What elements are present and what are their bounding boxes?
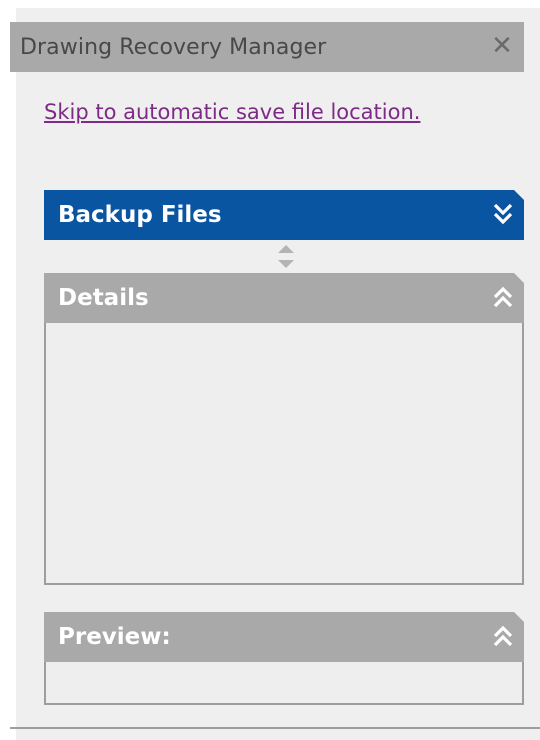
double-chevron-up-icon[interactable]	[492, 284, 514, 312]
double-chevron-down-icon[interactable]	[492, 201, 514, 229]
details-panel-header[interactable]: Details	[44, 273, 524, 323]
double-chevron-up-icon[interactable]	[492, 623, 514, 651]
title-bar[interactable]: Drawing Recovery Manager ✕	[10, 22, 524, 72]
backup-files-label: Backup Files	[58, 202, 222, 228]
details-panel-body	[44, 323, 524, 585]
panel-splitter-grip[interactable]	[274, 242, 298, 272]
close-icon[interactable]: ✕	[488, 32, 516, 60]
preview-panel-header[interactable]: Preview:	[44, 612, 524, 662]
preview-label: Preview:	[58, 624, 171, 650]
bottom-divider	[10, 727, 540, 729]
skip-to-autosave-location-link[interactable]: Skip to automatic save file location.	[44, 100, 420, 124]
preview-panel-body	[44, 662, 524, 705]
window-title: Drawing Recovery Manager	[20, 34, 327, 60]
backup-files-panel-header[interactable]: Backup Files	[44, 190, 524, 240]
details-label: Details	[58, 285, 149, 311]
